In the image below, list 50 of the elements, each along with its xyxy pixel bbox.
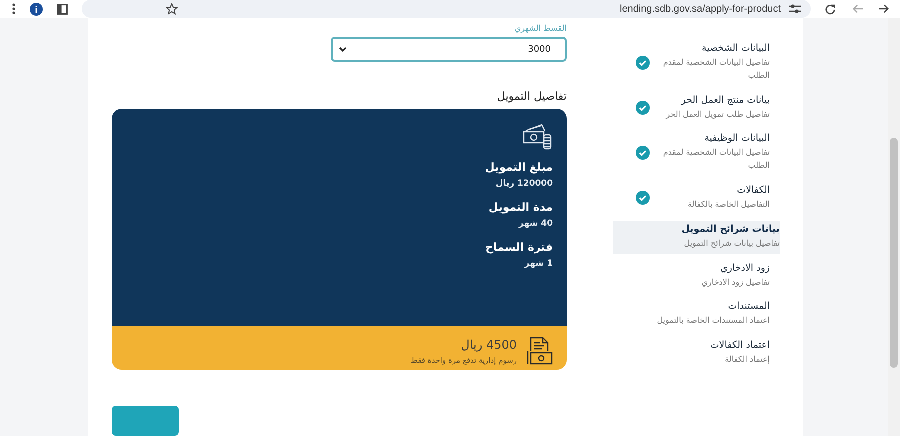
step-title: البيانات الوظيفية (704, 133, 770, 144)
check-icon (636, 100, 650, 115)
step-item[interactable]: البيانات الوظيفية تفاصيل البيانات الشخصية لمقدم الطلب (613, 130, 780, 176)
step-subtitle: اعتماد المستندات الخاصة بالتمويل (656, 315, 770, 328)
section-heading: تفاصيل التمويل (496, 90, 567, 104)
detail-value: 40 شهر (518, 219, 553, 230)
detail-label: مدة التمويل (488, 201, 553, 214)
check-icon (636, 56, 650, 70)
tune-icon[interactable] (789, 4, 801, 14)
installment-select[interactable]: 3000 (331, 37, 567, 62)
detail-label: مبلغ التمويل (485, 161, 553, 174)
step-subtitle: تفاصيل طلب تمويل العمل الحر (664, 108, 770, 121)
scrollbar[interactable] (888, 18, 900, 436)
step-item[interactable]: البيانات الشخصية تفاصيل البيانات الشخصية لمقدم الطلب (613, 40, 780, 86)
step-item[interactable]: بيانات منتج العمل الحر تفاصيل طلب تمويل العمل الحر (613, 92, 780, 124)
step-item[interactable]: زود الادخاري تفاصيل زود الادخاري (613, 260, 780, 292)
field-label: القسط الشهري (514, 24, 567, 33)
step-item[interactable]: المستندات اعتماد المستندات الخاصة بالتمويل (613, 298, 780, 332)
step-title: اعتماد الكفالات (709, 340, 770, 352)
sidebar-icon[interactable] (57, 4, 68, 14)
step-item[interactable]: بيانات شرائح التمويل تفاصيل بيانات شرائح التمويل (613, 220, 780, 254)
step-subtitle: التفاصيل الخاصة بالكفالة (687, 198, 770, 211)
info-icon[interactable] (30, 2, 43, 16)
step-item[interactable]: اعتماد الكفالات إعتماد الكفالة (613, 337, 780, 370)
check-icon (636, 146, 650, 160)
detail-label: فترة السماح (485, 241, 553, 254)
step-title: بيانات شرائح التمويل (680, 224, 780, 235)
step-subtitle: تفاصيل زود الادخاري (700, 276, 770, 289)
step-subtitle: تفاصيل البيانات الشخصية لمقدم الطلب (662, 57, 770, 82)
forward-icon[interactable] (879, 4, 890, 14)
detail-value: 120000 ريال (494, 179, 553, 190)
step-subtitle: تفاصيل البيانات الشخصية لمقدم الطلب (662, 147, 770, 172)
step-subtitle: إعتماد الكفالة (724, 354, 770, 366)
detail-value: 1 شهر (524, 259, 553, 270)
more-icon[interactable] (12, 3, 16, 15)
invoice-icon (527, 337, 553, 366)
step-title: الكفالات (736, 184, 770, 196)
select-value: 3000 (528, 44, 551, 55)
star-icon[interactable] (166, 3, 178, 15)
step-title: البيانات الشخصية (700, 43, 770, 54)
chevron-down-icon (339, 46, 347, 53)
step-title: بيانات منتج العمل الحر (680, 94, 770, 106)
step-title: زود الادخاري (719, 262, 770, 274)
reload-icon[interactable] (825, 4, 836, 14)
money-icon (523, 123, 553, 152)
step-item[interactable]: الكفالات التفاصيل الخاصة بالكفالة (613, 182, 780, 215)
check-icon (636, 191, 650, 206)
step-title: المستندات (727, 301, 770, 312)
step-subtitle: تفاصيل بيانات شرائح التمويل (683, 238, 780, 250)
fee-amount: 4500 ريال (460, 338, 517, 352)
